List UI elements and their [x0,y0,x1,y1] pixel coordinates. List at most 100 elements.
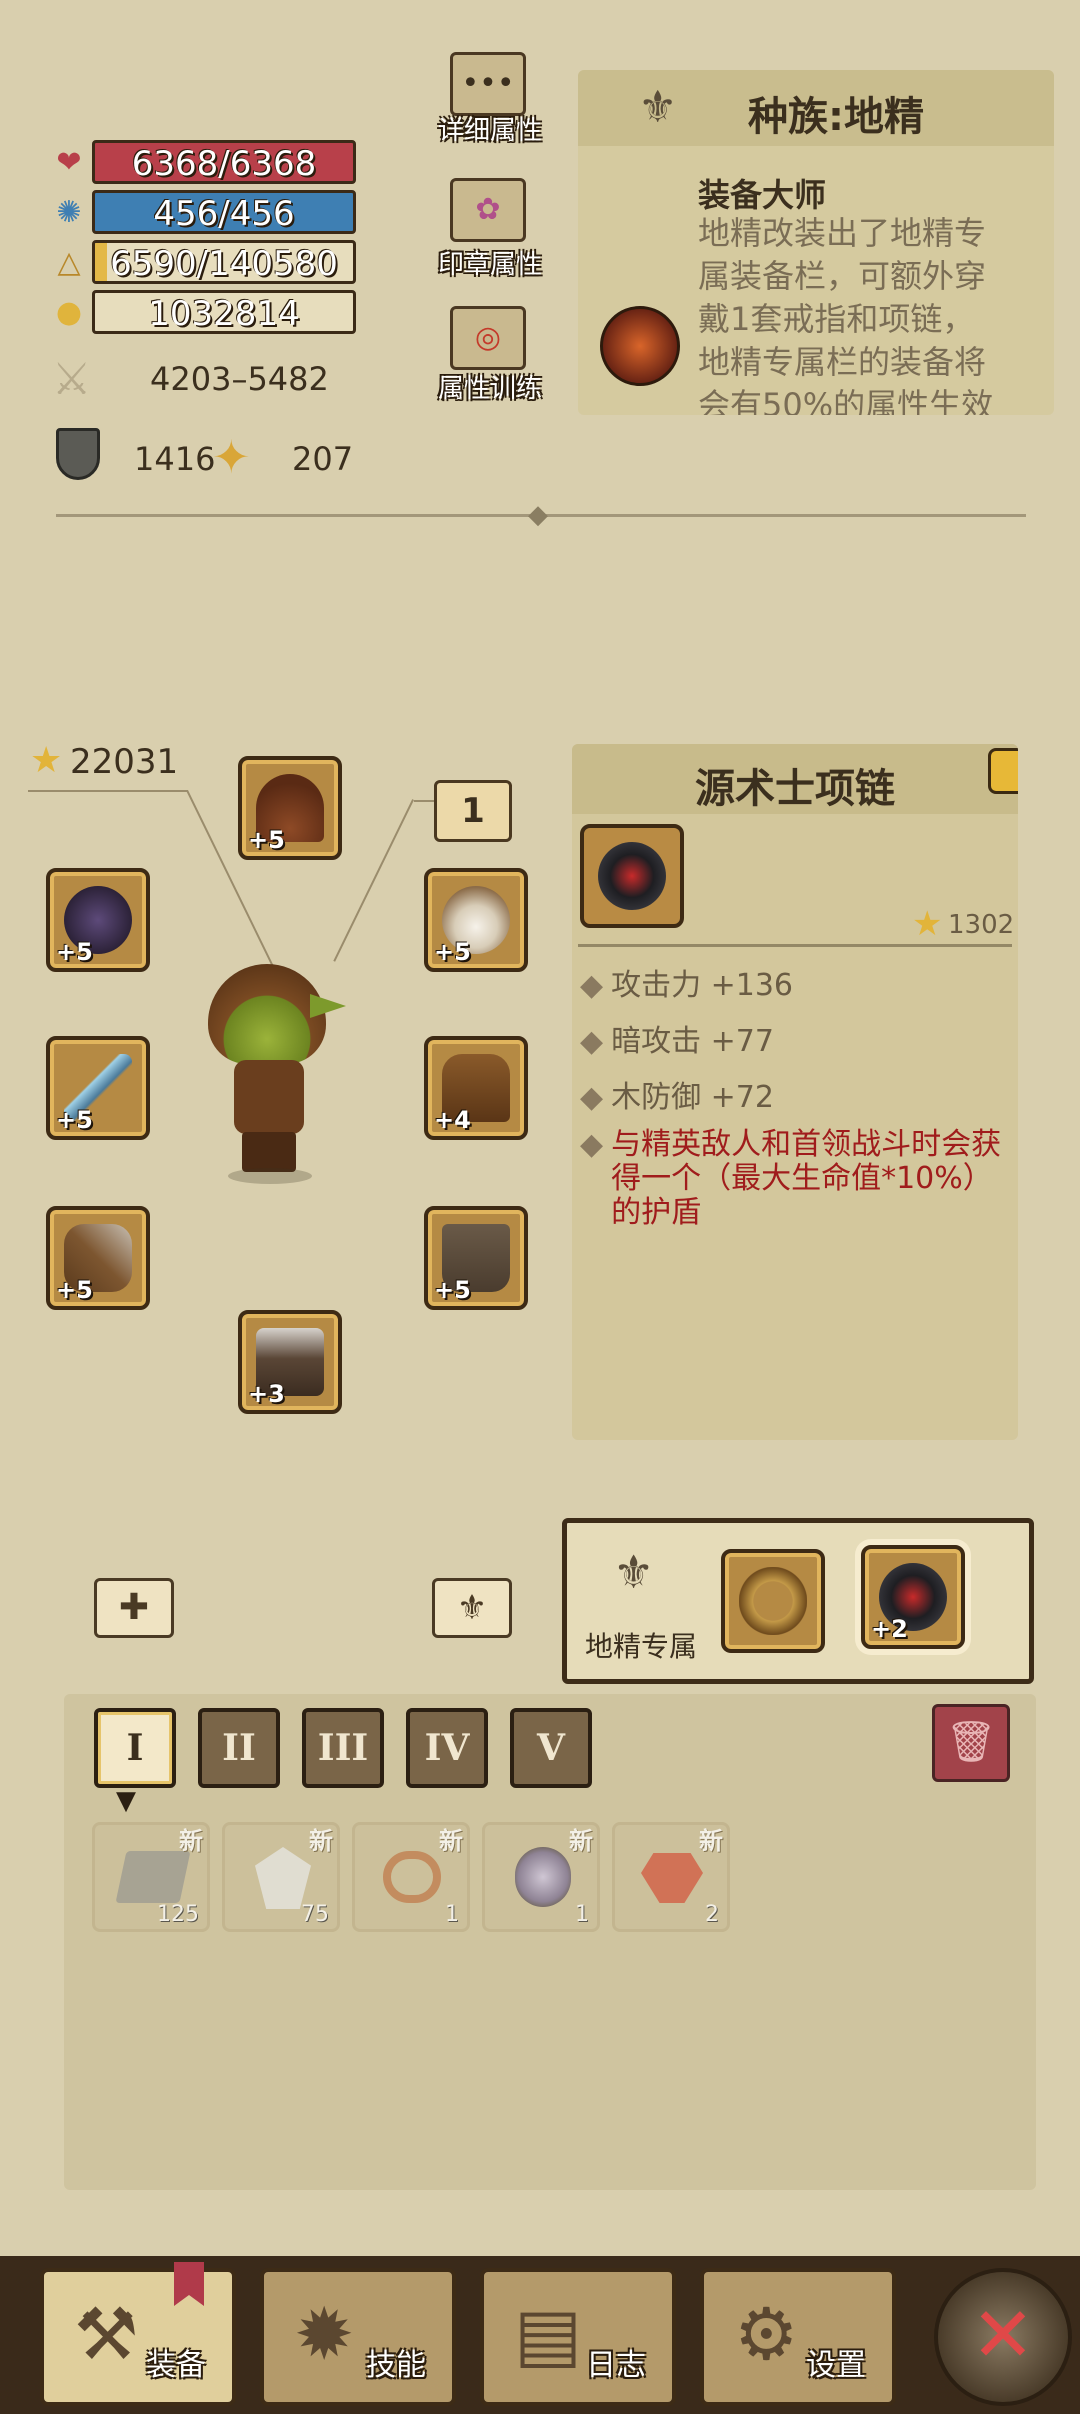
details-button[interactable]: ••• [450,52,526,116]
trash-button[interactable]: 🗑 [932,1704,1010,1782]
goblin-body [234,1060,304,1134]
equip-slot-amulet[interactable]: +5 [424,868,528,972]
lock-icon[interactable] [988,748,1018,794]
connector-line [28,790,188,792]
sword-icon: ⚔ [52,354,92,405]
inventory-item[interactable]: 新 75 [222,1822,340,1932]
tab-label: I [126,1727,144,1769]
nav-label: 设置 [806,2348,866,2383]
goblin-ear [310,994,346,1018]
nav-log-button[interactable]: ▤ 日志 [480,2268,676,2406]
attr-line: ◆ 攻击力 +136 [580,960,1010,1004]
nav-equip-button[interactable]: ⚒ 装备 [40,2262,236,2406]
heart-icon: ❤ [56,145,82,180]
goblin-exclusive-label: 地精专属 [585,1630,698,1663]
trash-icon: 🗑 [945,1719,997,1765]
hp-value: 6368/6368 [131,144,317,184]
attr-text: 木防御 +72 [611,1080,774,1115]
slot-level: +5 [434,1276,471,1304]
sort-button[interactable]: ⚜ [432,1578,512,1638]
equip-slot-shoulder[interactable]: +5 [46,868,150,972]
item-image [580,824,684,928]
item-name: 源术士项链 [695,766,895,812]
nav-label: 日志 [586,2348,646,2383]
filter-button[interactable]: ✚ [94,1578,174,1638]
goblin-legs [242,1132,296,1172]
item-detail-panel: 源术士项链 ★ 1302 ◆ 攻击力 +136 ◆ 暗攻击 +77 ◆ 木防御 +72… [572,744,1018,1440]
inventory-tab-1[interactable]: I [94,1708,176,1788]
magic-staff-icon: ✦ [212,430,251,484]
inventory-item[interactable]: 新 125 [92,1822,210,1932]
inventory-item[interactable]: 新 1 [352,1822,470,1932]
training-button[interactable]: ◎ [450,306,526,370]
close-icon: ✕ [971,2290,1035,2379]
defense-value: 1416 [134,440,216,478]
gold-bar: 1032814 [92,290,356,334]
item-count: 75 [301,1902,329,1927]
tab-label: IV [424,1727,470,1769]
inventory-tab-2[interactable]: II [198,1708,280,1788]
equip-slot-helmet[interactable]: +5 [238,756,342,860]
star-icon: ★ [30,740,63,781]
ring-icon [739,1567,807,1635]
crystal-icon [255,1847,311,1909]
inventory-tab-5[interactable]: V [510,1708,592,1788]
goblin-head [208,964,326,1064]
tab-label: III [317,1727,369,1769]
special-text: 与精英敌人和首领战斗时会获得一个（最大生命值*10%）的护盾 [611,1127,1002,1230]
attr-line: ◆ 暗攻击 +77 [580,1016,1010,1060]
equip-slot-boots[interactable]: +3 [238,1310,342,1414]
diamond-icon: ◆ [580,1127,604,1162]
tab-label: II [222,1727,256,1769]
more-dots-icon: ••• [461,66,515,101]
attr-line: ◆ 木防御 +72 [580,1072,1010,1116]
nav-settings-button[interactable]: ⚙ 设置 [700,2268,896,2406]
nav-skills-button[interactable]: ✹ 技能 [260,2268,456,2406]
inventory-tab-4[interactable]: IV [406,1708,488,1788]
spider-necklace-icon [598,842,666,910]
ring-icon [383,1851,441,1903]
connector-line [333,799,414,962]
slot-level: +4 [434,1106,471,1134]
target-icon: ◎ [474,320,502,355]
exp-fill [95,243,108,281]
red-gem-icon [641,1853,703,1903]
seals-button[interactable]: ✿ [450,178,526,242]
flower-icon: ✿ [475,192,501,227]
diamond-icon: ◆ [580,1080,604,1115]
slot-level: +5 [56,938,93,966]
new-badge: 新 [309,1827,333,1855]
power-value: 22031 [70,742,179,782]
item-count: 1 [445,1902,459,1927]
close-button[interactable]: ✕ [934,2268,1072,2406]
equip-slot-weapon[interactable]: +5 [46,1036,150,1140]
attr-text: 攻击力 +136 [611,968,794,1003]
item-attrs: ◆ 攻击力 +136 ◆ 暗攻击 +77 ◆ 木防御 +72 ◆ 与精英敌人和首领战斗… [580,960,1010,1230]
skill-icon [600,306,680,386]
new-badge: 新 [179,1827,203,1855]
skill-name: 装备大师 [698,176,827,214]
equip-slot-pants[interactable]: +5 [424,1206,528,1310]
goblin-emblem-icon: ⚜ [613,1545,655,1599]
item-count: 2 [705,1902,719,1927]
equip-slot-gloves[interactable]: +5 [46,1206,150,1310]
goblin-necklace-slot[interactable]: +2 [861,1545,965,1649]
race-title: 种族:地精 [748,94,924,140]
inventory-item[interactable]: 新 1 [482,1822,600,1932]
special-attr: ◆ 与精英敌人和首领战斗时会获得一个（最大生命值*10%）的护盾 [580,1128,1010,1230]
nav-label: 装备 [146,2348,206,2383]
item-count: 125 [157,1902,199,1927]
inventory-item[interactable]: 新 2 [612,1822,730,1932]
slot-level: +5 [56,1276,93,1304]
equip-slot-armor[interactable]: +4 [424,1036,528,1140]
diamond-icon: ◆ [580,1024,604,1059]
item-count: 1 [575,1902,589,1927]
axe-icon: ⚒ [74,2292,139,2376]
attr-text: 暗攻击 +77 [611,1024,774,1059]
race-panel: ⚜ 种族:地精 装备大师 地精改装出了地精专属装备栏，可额外穿戴1套戒指和项链，… [578,70,1054,415]
goblin-ring-slot[interactable] [721,1549,825,1653]
magic-value: 207 [292,440,354,478]
inventory-tab-3[interactable]: III [302,1708,384,1788]
exp-bar: 6590/140580 [92,240,356,284]
ore-bar-icon [115,1851,191,1903]
